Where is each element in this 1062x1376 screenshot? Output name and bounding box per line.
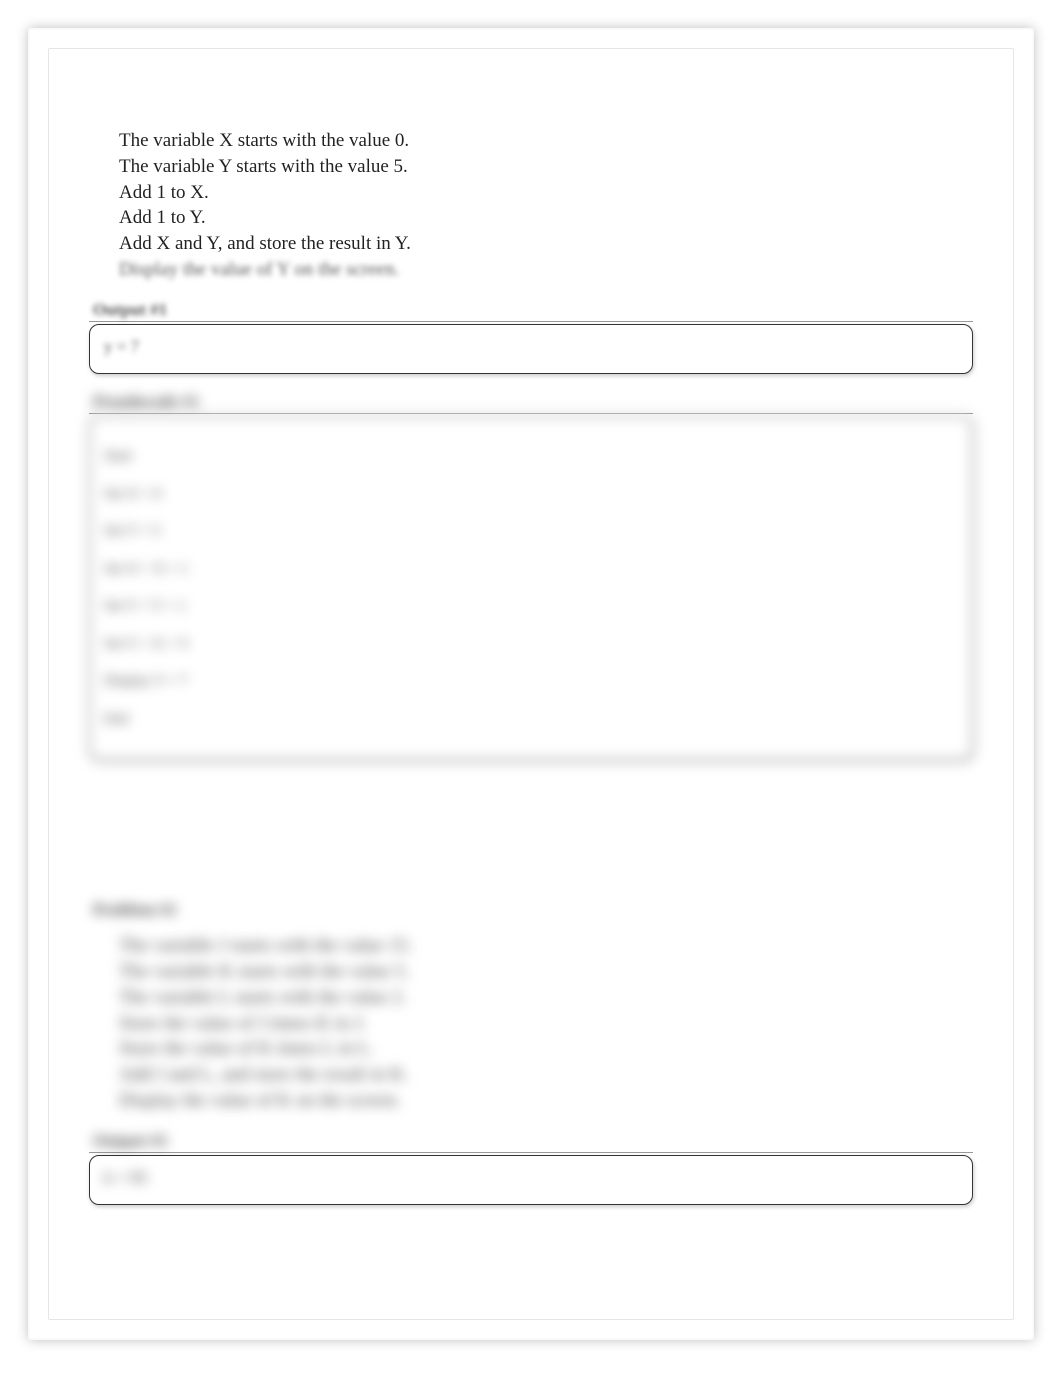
instruction-line: The variable Y starts with the value 5. [119,155,973,179]
problem-1-instructions: The variable X starts with the value 0. … [89,129,973,282]
code-line: Set Y = Y + 1 [104,597,958,616]
instruction-line: The variable K starts with the value 5. [119,960,973,984]
divider [89,1152,973,1153]
problem-2-instructions: The variable J starts with the value 15.… [89,934,973,1112]
divider [89,413,973,414]
instruction-line: The variable L starts with the value 2. [119,986,973,1010]
code-line: Set Y = 5 [104,522,958,541]
problem-2-heading: Problem #2 [89,900,973,920]
instruction-line: Add 1 to Y. [119,206,973,230]
output-label: Output #1 [89,300,973,320]
instruction-line: Add X and Y, and store the result in Y. [119,232,973,256]
code-line: Display Y = 7 [104,672,958,691]
pseudocode-box-1: Start Set X = 0 Set Y = 5 Set X = X + 1 … [89,416,973,761]
instruction-line: Add 1 to X. [119,181,973,205]
problem-2: Problem #2 The variable J starts with th… [89,900,973,1204]
code-line: Set X = 0 [104,485,958,504]
output-value: y = 7 [104,337,139,356]
page-frame: The variable X starts with the value 0. … [28,28,1034,1340]
instruction-line: The variable X starts with the value 0. [119,129,973,153]
instruction-line: Add J and L, and store the result in K. [119,1063,973,1087]
instruction-line: Display the value of Y on the screen. [119,258,973,282]
output-box-1: y = 7 [89,324,973,374]
code-line: Set Y = X + Y [104,635,958,654]
code-line: End [104,710,958,729]
code-line: Start [104,447,958,466]
output-value: k = 85 [104,1168,148,1187]
problem-1: The variable X starts with the value 0. … [89,129,973,760]
code-line: Set X = X + 1 [104,560,958,579]
output-box-2: k = 85 [89,1155,973,1205]
instruction-line: Display the value of K on the screen. [119,1089,973,1113]
instruction-line: Store the value of J times K in J. [119,1012,973,1036]
output-label: Output #2 [89,1131,973,1151]
instruction-line: Store the value of K times L in L. [119,1037,973,1061]
instruction-line: The variable J starts with the value 15. [119,934,973,958]
divider [89,321,973,322]
page-content: The variable X starts with the value 0. … [48,48,1014,1320]
pseudocode-label: Pseudocode #1 [89,392,973,412]
